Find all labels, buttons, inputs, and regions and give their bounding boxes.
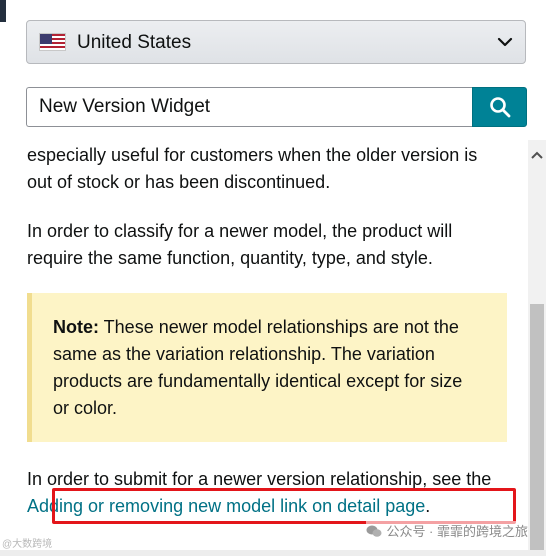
watermark-left: @大数跨境 xyxy=(2,539,53,550)
note-label: Note: xyxy=(53,317,99,337)
classify-paragraph: In order to classify for a newer model, … xyxy=(27,221,453,268)
submit-text: In order to submit for a newer version r… xyxy=(27,469,492,489)
country-selector[interactable]: United States xyxy=(26,20,526,64)
note-paragraph: Note: These newer model relationships ar… xyxy=(53,314,483,422)
intro-paragraph: especially useful for customers when the… xyxy=(27,145,478,192)
chevron-down-icon xyxy=(497,37,513,47)
search-icon xyxy=(489,97,510,118)
search-input[interactable] xyxy=(26,87,474,127)
search-button[interactable] xyxy=(472,87,527,127)
country-selector-label: United States xyxy=(77,32,192,53)
watermark-right: 公众号 · 霏霏的跨境之旅 xyxy=(366,521,528,540)
bottom-divider xyxy=(0,550,546,556)
scrollbar[interactable] xyxy=(528,140,546,556)
note-callout: Note: These newer model relationships ar… xyxy=(27,293,507,442)
corner-mark xyxy=(0,0,6,22)
us-flag-icon xyxy=(39,33,66,51)
wechat-icon xyxy=(366,525,382,537)
scroll-up-arrow-icon[interactable] xyxy=(528,148,546,162)
highlight-annotation xyxy=(52,488,516,524)
scroll-thumb[interactable] xyxy=(530,304,544,554)
note-text: These newer model relationships are not … xyxy=(53,317,463,418)
watermark-right-text: 公众号 · 霏霏的跨境之旅 xyxy=(386,524,528,539)
